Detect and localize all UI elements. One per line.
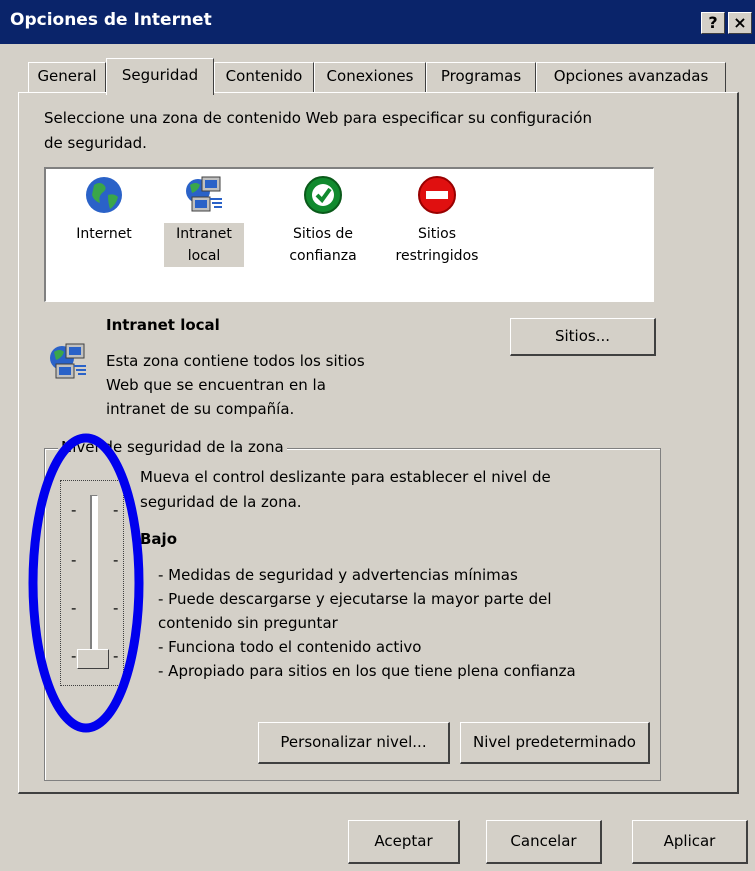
ok-button[interactable]: Aceptar — [348, 820, 460, 864]
green-check-icon — [304, 176, 342, 214]
level-bullet-5: - Apropiado para sitios en los que tiene… — [158, 662, 576, 680]
zone-restringidos-label-2: restringidos — [395, 248, 479, 264]
sites-button[interactable]: Sitios... — [510, 318, 656, 356]
selected-zone-title: Intranet local — [106, 316, 220, 334]
zone-internet-label: Internet — [76, 226, 132, 242]
tab-conexiones[interactable]: Conexiones — [314, 62, 426, 92]
network-computers-icon — [50, 343, 86, 379]
zone-sitios-restringidos[interactable]: Sitios restringidos — [382, 173, 492, 267]
globe-icon — [86, 177, 122, 213]
tab-contenido[interactable]: Contenido — [214, 62, 314, 92]
custom-level-button[interactable]: Personalizar nivel... — [258, 722, 450, 764]
help-button[interactable]: ? — [701, 12, 725, 34]
zone-internet[interactable]: Internet — [64, 173, 144, 245]
instructions-line-2: de seguridad. — [44, 134, 147, 152]
zone-sitios-confianza[interactable]: Sitios de confianza — [278, 173, 368, 267]
default-level-button[interactable]: Nivel predeterminado — [460, 722, 650, 764]
tab-programas[interactable]: Programas — [426, 62, 536, 92]
tab-general[interactable]: General — [28, 62, 106, 92]
slider-help-line-2: seguridad de la zona. — [140, 493, 302, 511]
tab-seguridad[interactable]: Seguridad — [106, 58, 214, 95]
slider-help-line-1: Mueva el control deslizante para estable… — [140, 468, 551, 486]
level-bullet-2: - Puede descargarse y ejecutarse la mayo… — [158, 590, 552, 608]
close-button[interactable]: × — [728, 12, 752, 34]
zone-intranet-label-2: local — [164, 245, 244, 267]
zone-confianza-label-2: confianza — [289, 248, 357, 264]
zone-description-line-1: Esta zona contiene todos los sitios — [106, 352, 365, 370]
zone-list: Internet Intranet local Sitios de confia… — [44, 167, 654, 302]
level-bullet-4: - Funciona todo el contenido activo — [158, 638, 422, 656]
zone-description-line-3: intranet de su compañía. — [106, 400, 295, 418]
zone-intranet-label-1: Intranet — [164, 223, 244, 245]
tab-opciones-avanzadas[interactable]: Opciones avanzadas — [536, 62, 726, 92]
level-bullet-1: - Medidas de seguridad y advertencias mí… — [158, 566, 518, 584]
instructions-line-1: Seleccione una zona de contenido Web par… — [44, 109, 592, 127]
window-title: Opciones de Internet — [10, 10, 212, 30]
zone-description-line-2: Web que se encuentran en la — [106, 376, 326, 394]
cancel-button[interactable]: Cancelar — [486, 820, 602, 864]
annotation-ellipse — [28, 433, 144, 733]
zone-confianza-label-1: Sitios de — [293, 226, 353, 242]
level-bullet-3: contenido sin preguntar — [158, 614, 338, 632]
zone-intranet-local[interactable]: Intranet local — [164, 173, 244, 267]
zone-restringidos-label-1: Sitios — [417, 226, 456, 242]
network-computers-icon — [186, 176, 222, 212]
apply-button[interactable]: Aplicar — [632, 820, 748, 864]
red-forbidden-icon — [418, 176, 456, 214]
